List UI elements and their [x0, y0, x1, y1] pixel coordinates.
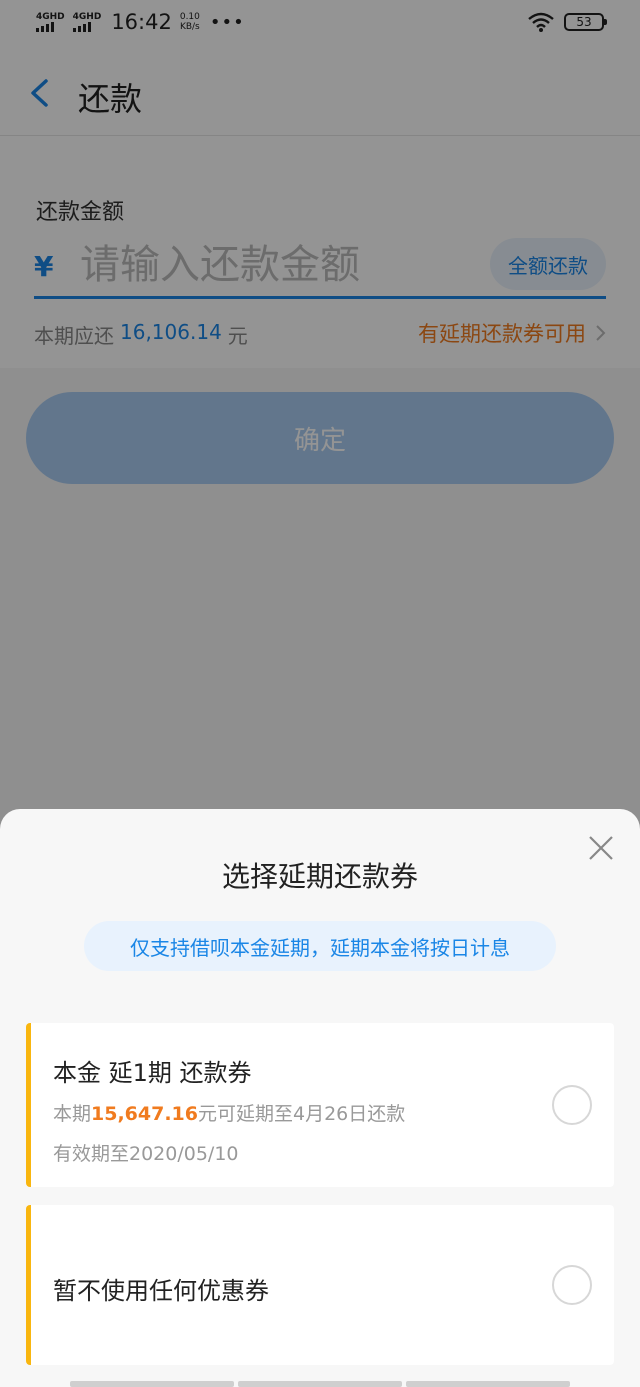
coupon-title: 本金 延1期 还款券	[53, 1059, 252, 1087]
coupon-description: 本期15,647.16元可延期至4月26日还款	[53, 1099, 405, 1126]
no-coupon-label: 暂不使用任何优惠券	[53, 1277, 269, 1305]
gesture-bar	[70, 1381, 570, 1387]
coupon-desc-prefix: 本期	[53, 1103, 92, 1125]
coupon-bottom-sheet: 选择延期还款券 仅支持借呗本金延期，延期本金将按日计息 本金 延1期 还款券 本…	[0, 809, 640, 1387]
coupon-desc-amount: 15,647.16	[91, 1103, 198, 1125]
no-coupon-option[interactable]: 暂不使用任何优惠券	[26, 1205, 614, 1365]
coupon-option[interactable]: 本金 延1期 还款券 本期15,647.16元可延期至4月26日还款 有效期至2…	[26, 1023, 614, 1187]
interest-notice: 仅支持借呗本金延期，延期本金将按日计息	[84, 921, 556, 971]
coupon-radio[interactable]	[552, 1085, 592, 1125]
no-coupon-radio[interactable]	[552, 1265, 592, 1305]
coupon-validity: 有效期至2020/05/10	[53, 1143, 239, 1165]
sheet-title: 选择延期还款券	[221, 860, 418, 893]
coupon-desc-suffix: 元可延期至4月26日还款	[198, 1103, 406, 1125]
close-icon[interactable]	[588, 835, 614, 861]
